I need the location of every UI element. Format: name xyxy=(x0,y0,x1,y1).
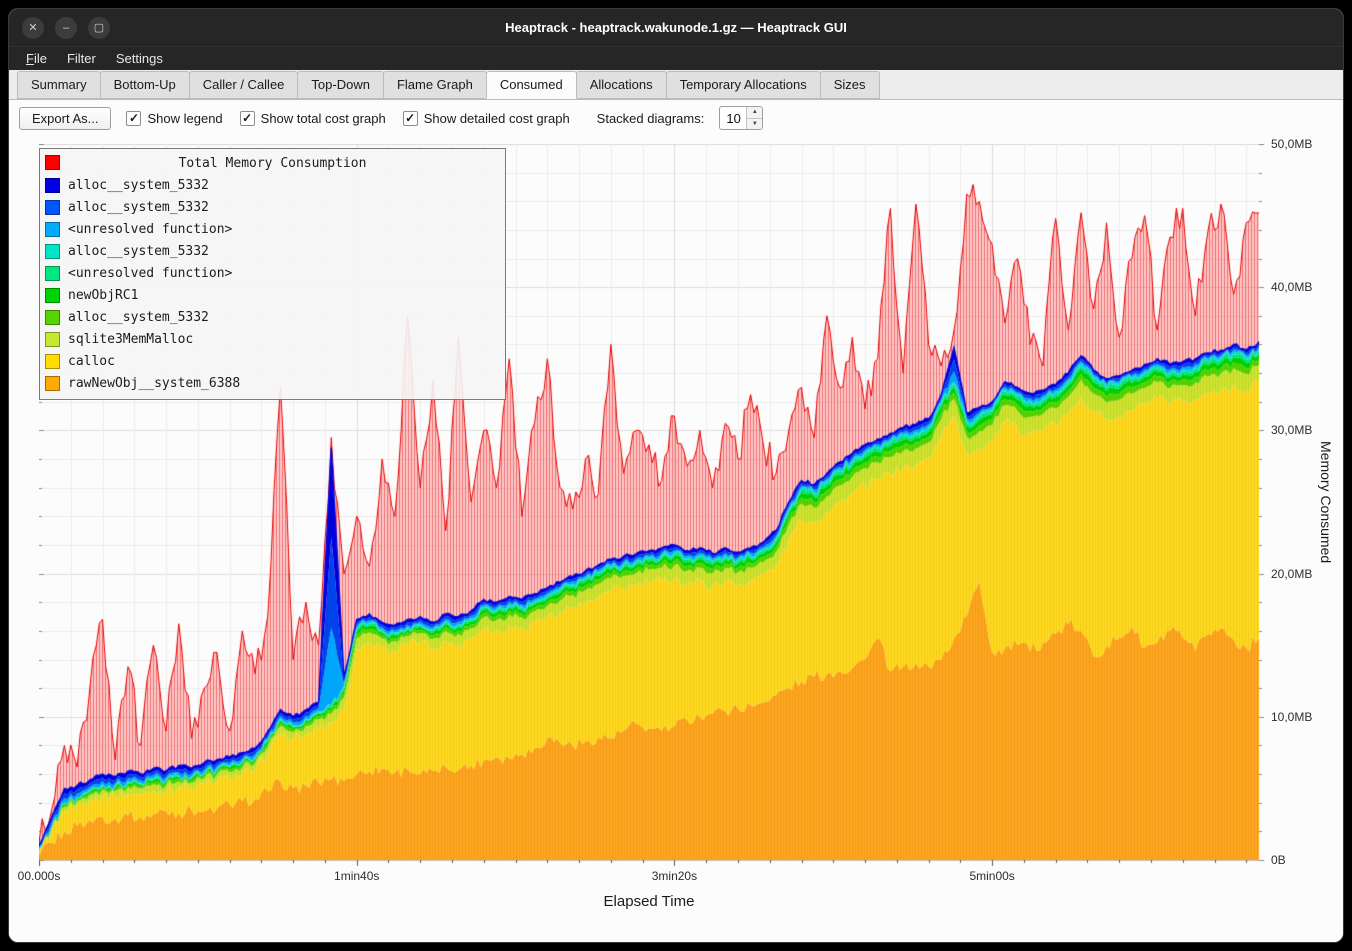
legend-item: rawNewObj__system_6388 xyxy=(40,372,505,394)
legend-label: alloc__system_5332 xyxy=(68,200,209,215)
legend-item: alloc__system_5332 xyxy=(40,306,505,328)
legend-swatch xyxy=(45,376,60,391)
maximize-button[interactable]: ▢ xyxy=(88,17,110,39)
export-as-button[interactable]: Export As... xyxy=(19,107,111,130)
x-axis-title: Elapsed Time xyxy=(604,893,695,910)
y-axis-tick-label: 0B xyxy=(1271,853,1286,867)
legend-swatch xyxy=(45,200,60,215)
y-axis-tick-label: 50,0MB xyxy=(1271,137,1312,151)
legend-swatch xyxy=(45,178,60,193)
legend-label: newObjRC1 xyxy=(68,288,138,303)
spin-down-icon[interactable]: ▼ xyxy=(747,119,762,130)
x-axis-tick-label: 3min20s xyxy=(652,869,697,883)
window-controls: ✕–▢ xyxy=(22,17,110,39)
stacked-diagrams-spinbox[interactable]: 10 ▲ ▼ xyxy=(719,106,763,130)
titlebar: ✕–▢ Heaptrack - heaptrack.wakunode.1.gz … xyxy=(9,9,1343,46)
close-button[interactable]: ✕ xyxy=(22,17,44,39)
chart-legend: Total Memory Consumption alloc__system_53… xyxy=(39,148,506,400)
tab-caller-callee[interactable]: Caller / Callee xyxy=(189,71,299,99)
checkbox-check-icon[interactable]: ✓ xyxy=(240,111,255,126)
checkbox-check-icon[interactable]: ✓ xyxy=(126,111,141,126)
minimize-button[interactable]: – xyxy=(55,17,77,39)
chart-region: Total Memory Consumption alloc__system_53… xyxy=(9,136,1343,942)
tab-bottom-up[interactable]: Bottom-Up xyxy=(100,71,190,99)
checkbox-label: Show legend xyxy=(147,111,222,126)
tab-sizes[interactable]: Sizes xyxy=(820,71,880,99)
legend-label: <unresolved function> xyxy=(68,266,232,281)
stacked-diagrams-label: Stacked diagrams: xyxy=(597,111,705,126)
legend-title: Total Memory Consumption xyxy=(179,156,367,171)
x-axis-tick-label: 5min00s xyxy=(969,869,1014,883)
app-window: ✕–▢ Heaptrack - heaptrack.wakunode.1.gz … xyxy=(8,8,1344,943)
legend-label: alloc__system_5332 xyxy=(68,310,209,325)
y-axis-tick-label: 20,0MB xyxy=(1271,567,1312,581)
legend-item: alloc__system_5332 xyxy=(40,240,505,262)
tab-allocations[interactable]: Allocations xyxy=(576,71,667,99)
legend-label: <unresolved function> xyxy=(68,222,232,237)
spinbox-buttons: ▲ ▼ xyxy=(746,107,762,129)
legend-swatch xyxy=(45,222,60,237)
checkbox-label: Show total cost graph xyxy=(261,111,386,126)
y-axis-title: Memory Consumed xyxy=(1315,144,1337,860)
legend-item: alloc__system_5332 xyxy=(40,196,505,218)
legend-item: <unresolved function> xyxy=(40,262,505,284)
toolbar-checkboxes: ✓ Show legend ✓ Show total cost graph ✓ Show … xyxy=(126,111,569,126)
y-axis-tick-label: 30,0MB xyxy=(1271,423,1312,437)
legend-swatch xyxy=(45,244,60,259)
legend-swatch xyxy=(45,310,60,325)
x-axis-tick-label: 00.000s xyxy=(18,869,61,883)
tab-bar: SummaryBottom-UpCaller / CalleeTop-DownF… xyxy=(9,70,1343,100)
legend-swatch xyxy=(45,354,60,369)
y-axis-tick-label: 40,0MB xyxy=(1271,280,1312,294)
legend-swatch xyxy=(45,288,60,303)
legend-swatch xyxy=(45,332,60,347)
tab-consumed[interactable]: Consumed xyxy=(486,71,577,99)
checkbox-show-total-cost-graph[interactable]: ✓ Show total cost graph xyxy=(240,111,386,126)
tab-temporary-allocations[interactable]: Temporary Allocations xyxy=(666,71,821,99)
checkbox-show-detailed-cost-graph[interactable]: ✓ Show detailed cost graph xyxy=(403,111,570,126)
toolbar: Export As... ✓ Show legend ✓ Show total cos… xyxy=(9,100,1343,136)
legend-label: alloc__system_5332 xyxy=(68,178,209,193)
legend-item: <unresolved function> xyxy=(40,218,505,240)
legend-swatch xyxy=(45,266,60,281)
legend-label: calloc xyxy=(68,354,115,369)
legend-swatch xyxy=(45,155,60,170)
legend-title-row: Total Memory Consumption xyxy=(40,152,505,174)
tab-flame-graph[interactable]: Flame Graph xyxy=(383,71,487,99)
menu-filter[interactable]: Filter xyxy=(58,49,105,68)
legend-label: rawNewObj__system_6388 xyxy=(68,376,240,391)
menu-file[interactable]: File xyxy=(17,49,56,68)
legend-label: sqlite3MemMalloc xyxy=(68,332,193,347)
x-axis-tick-label: 1min40s xyxy=(334,869,379,883)
tab-top-down[interactable]: Top-Down xyxy=(297,71,384,99)
legend-item: calloc xyxy=(40,350,505,372)
legend-item: newObjRC1 xyxy=(40,284,505,306)
y-axis-tick-label: 10,0MB xyxy=(1271,710,1312,724)
checkbox-label: Show detailed cost graph xyxy=(424,111,570,126)
menubar: FileFilterSettings xyxy=(9,46,1343,70)
legend-item: alloc__system_5332 xyxy=(40,174,505,196)
legend-item: sqlite3MemMalloc xyxy=(40,328,505,350)
legend-label: alloc__system_5332 xyxy=(68,244,209,259)
spin-up-icon[interactable]: ▲ xyxy=(747,107,762,119)
window-title: Heaptrack - heaptrack.wakunode.1.gz — He… xyxy=(9,20,1343,35)
tab-summary[interactable]: Summary xyxy=(17,71,101,99)
menu-settings[interactable]: Settings xyxy=(107,49,172,68)
stacked-diagrams-value[interactable]: 10 xyxy=(720,107,746,129)
checkbox-show-legend[interactable]: ✓ Show legend xyxy=(126,111,222,126)
checkbox-check-icon[interactable]: ✓ xyxy=(403,111,418,126)
